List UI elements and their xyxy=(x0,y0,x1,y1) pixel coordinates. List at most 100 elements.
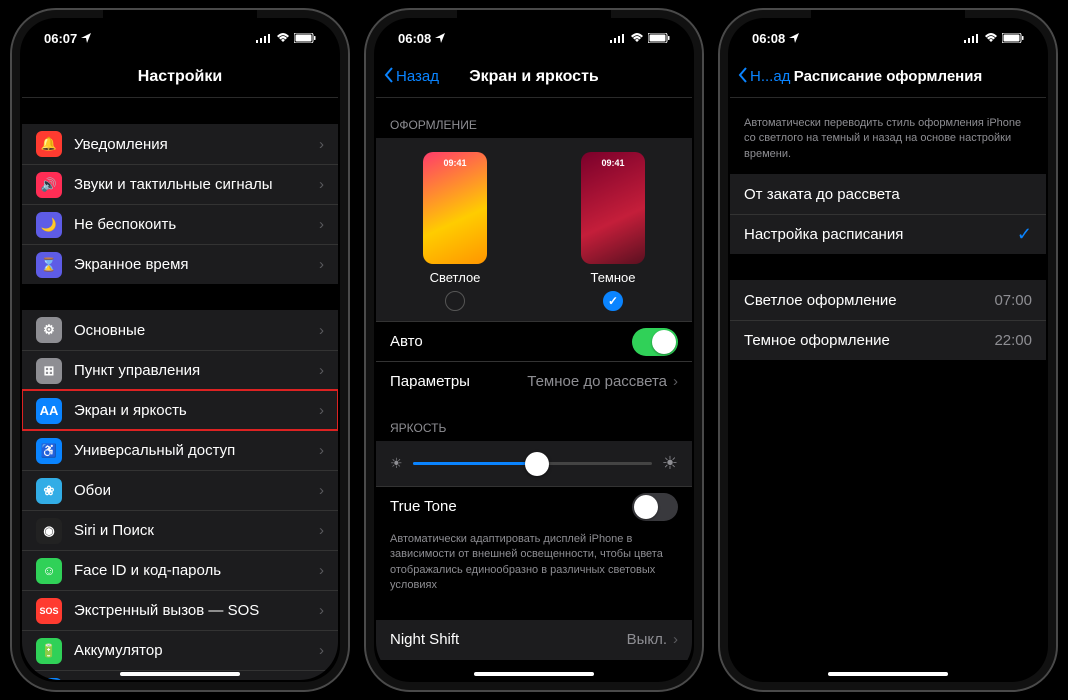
status-time: 06:08 xyxy=(752,31,785,46)
battery-icon xyxy=(648,31,670,46)
nightshift-row[interactable]: Night Shift Выкл. › xyxy=(376,620,692,660)
settings-row[interactable]: ❀Обои› xyxy=(22,470,338,510)
light-radio[interactable] xyxy=(445,291,465,311)
settings-row[interactable]: ⌛Экранное время› xyxy=(22,244,338,284)
home-indicator[interactable] xyxy=(120,672,240,676)
options-row[interactable]: Параметры Темное до рассвета › xyxy=(376,361,692,401)
appearance-dark-option[interactable]: 09:41 Темное xyxy=(581,152,645,311)
truetone-footer: Автоматически адаптировать дисплей iPhon… xyxy=(376,526,692,594)
phone-display-brightness: 06:08 Назад Экран и яркость ОФОРМЛЕНИЕ 0… xyxy=(364,8,704,692)
light-time-label: Светлое оформление xyxy=(744,292,994,309)
battery-icon xyxy=(1002,31,1024,46)
back-button[interactable]: Н...ад xyxy=(738,67,790,87)
light-preview: 09:41 xyxy=(423,152,487,264)
home-indicator[interactable] xyxy=(474,672,594,676)
dark-radio[interactable] xyxy=(603,291,623,311)
row-icon: ⌛ xyxy=(36,252,62,278)
phone-settings: 06:07 Настройки 🔔Уведомления›🔊Звуки и та… xyxy=(10,8,350,692)
row-label: Аккумулятор xyxy=(74,642,319,659)
dark-preview: 09:41 xyxy=(581,152,645,264)
chevron-right-icon: › xyxy=(319,602,324,619)
wifi-icon xyxy=(630,31,644,46)
location-icon xyxy=(435,31,445,46)
nightshift-label: Night Shift xyxy=(390,631,627,648)
chevron-right-icon: › xyxy=(319,402,324,419)
settings-row[interactable]: AAЭкран и яркость› xyxy=(22,390,338,430)
nav-title: Настройки xyxy=(138,68,222,86)
chevron-right-icon: › xyxy=(319,482,324,499)
chevron-right-icon: › xyxy=(319,562,324,579)
nav-bar: Настройки xyxy=(22,56,338,98)
nav-bar: Назад Экран и яркость xyxy=(376,56,692,98)
row-label: Siri и Поиск xyxy=(74,522,319,539)
sunset-option-row[interactable]: От заката до рассвета xyxy=(730,174,1046,214)
back-button[interactable]: Назад xyxy=(384,67,439,87)
brightness-high-icon: ☀︎ xyxy=(662,453,678,474)
settings-row[interactable]: 🔋Аккумулятор› xyxy=(22,630,338,670)
appearance-picker: 09:41 Светлое 09:41 Темное xyxy=(376,138,692,321)
wifi-icon xyxy=(984,31,998,46)
row-icon: ◉ xyxy=(36,518,62,544)
signal-icon xyxy=(610,31,626,46)
phone-schedule: 06:08 Н...ад Расписание оформления Автом… xyxy=(718,8,1058,692)
brightness-slider-row: ☀︎ ☀︎ xyxy=(376,441,692,486)
chevron-right-icon: › xyxy=(319,362,324,379)
chevron-right-icon: › xyxy=(319,322,324,339)
row-label: Универсальный доступ xyxy=(74,442,319,459)
display-content[interactable]: ОФОРМЛЕНИЕ 09:41 Светлое 09:41 Темное Ав… xyxy=(376,98,692,680)
settings-row[interactable]: ☺Face ID и код-пароль› xyxy=(22,550,338,590)
settings-group-1: 🔔 Уведомления› 🔊 Звуки и тактильные сигналы… xyxy=(22,124,338,284)
screen-settings: 06:07 Настройки 🔔Уведомления›🔊Звуки и та… xyxy=(22,20,338,680)
chevron-left-icon xyxy=(738,67,748,87)
settings-row[interactable]: 🔔 Уведомления› xyxy=(22,124,338,164)
row-label: Экран и яркость xyxy=(74,402,319,419)
schedule-times-group: Светлое оформление 07:00 Темное оформлен… xyxy=(730,280,1046,360)
row-icon: ♿ xyxy=(36,438,62,464)
settings-row[interactable]: ⊞Пункт управления› xyxy=(22,350,338,390)
custom-label: Настройка расписания xyxy=(744,226,1017,243)
home-indicator[interactable] xyxy=(828,672,948,676)
chevron-right-icon: › xyxy=(319,442,324,459)
nightshift-group: Night Shift Выкл. › xyxy=(376,620,692,660)
chevron-right-icon: › xyxy=(319,136,324,153)
section-appearance: ОФОРМЛЕНИЕ xyxy=(376,98,692,138)
auto-toggle[interactable] xyxy=(632,328,678,356)
row-label: Не беспокоить xyxy=(74,216,319,233)
settings-row[interactable]: ◉ Siri и Поиск› xyxy=(22,510,338,550)
location-icon xyxy=(789,31,799,46)
notch xyxy=(105,10,255,34)
settings-row[interactable]: SOSЭкстренный вызов — SOS› xyxy=(22,590,338,630)
light-time-row[interactable]: Светлое оформление 07:00 xyxy=(730,280,1046,320)
brightness-low-icon: ☀︎ xyxy=(390,455,403,472)
row-icon: 🔊 xyxy=(36,172,62,198)
auto-row: Авто xyxy=(376,321,692,361)
custom-option-row[interactable]: Настройка расписания ✓ xyxy=(730,214,1046,254)
row-label: Звуки и тактильные сигналы xyxy=(74,176,319,193)
row-icon: ⚙ xyxy=(36,317,62,343)
nav-title: Экран и яркость xyxy=(469,68,599,86)
settings-row[interactable]: 🔊Звуки и тактильные сигналы› xyxy=(22,164,338,204)
row-label: Уведомления xyxy=(74,136,319,153)
appearance-light-option[interactable]: 09:41 Светлое xyxy=(423,152,487,311)
row-label: Экстренный вызов — SOS xyxy=(74,602,319,619)
dark-time-row[interactable]: Темное оформление 22:00 xyxy=(730,320,1046,360)
screen-schedule: 06:08 Н...ад Расписание оформления Автом… xyxy=(730,20,1046,680)
row-icon: 🔔 xyxy=(36,131,62,157)
settings-content[interactable]: 🔔Уведомления›🔊Звуки и тактильные сигналы… xyxy=(22,98,338,680)
light-label: Светлое xyxy=(430,270,481,285)
chevron-left-icon xyxy=(384,67,394,87)
row-label: Face ID и код-пароль xyxy=(74,562,319,579)
dark-label: Темное xyxy=(590,270,635,285)
chevron-right-icon: › xyxy=(319,522,324,539)
brightness-slider[interactable] xyxy=(413,462,652,465)
wifi-icon xyxy=(276,31,290,46)
truetone-toggle[interactable] xyxy=(632,493,678,521)
signal-icon xyxy=(256,31,272,46)
schedule-content[interactable]: Автоматически переводить стиль оформлени… xyxy=(730,98,1046,680)
row-icon: 🌙 xyxy=(36,212,62,238)
truetone-label: True Tone xyxy=(390,498,632,515)
notch xyxy=(459,10,609,34)
settings-row[interactable]: 🌙Не беспокоить› xyxy=(22,204,338,244)
settings-row[interactable]: ⚙Основные› xyxy=(22,310,338,350)
settings-row[interactable]: ♿ Универсальный доступ› xyxy=(22,430,338,470)
